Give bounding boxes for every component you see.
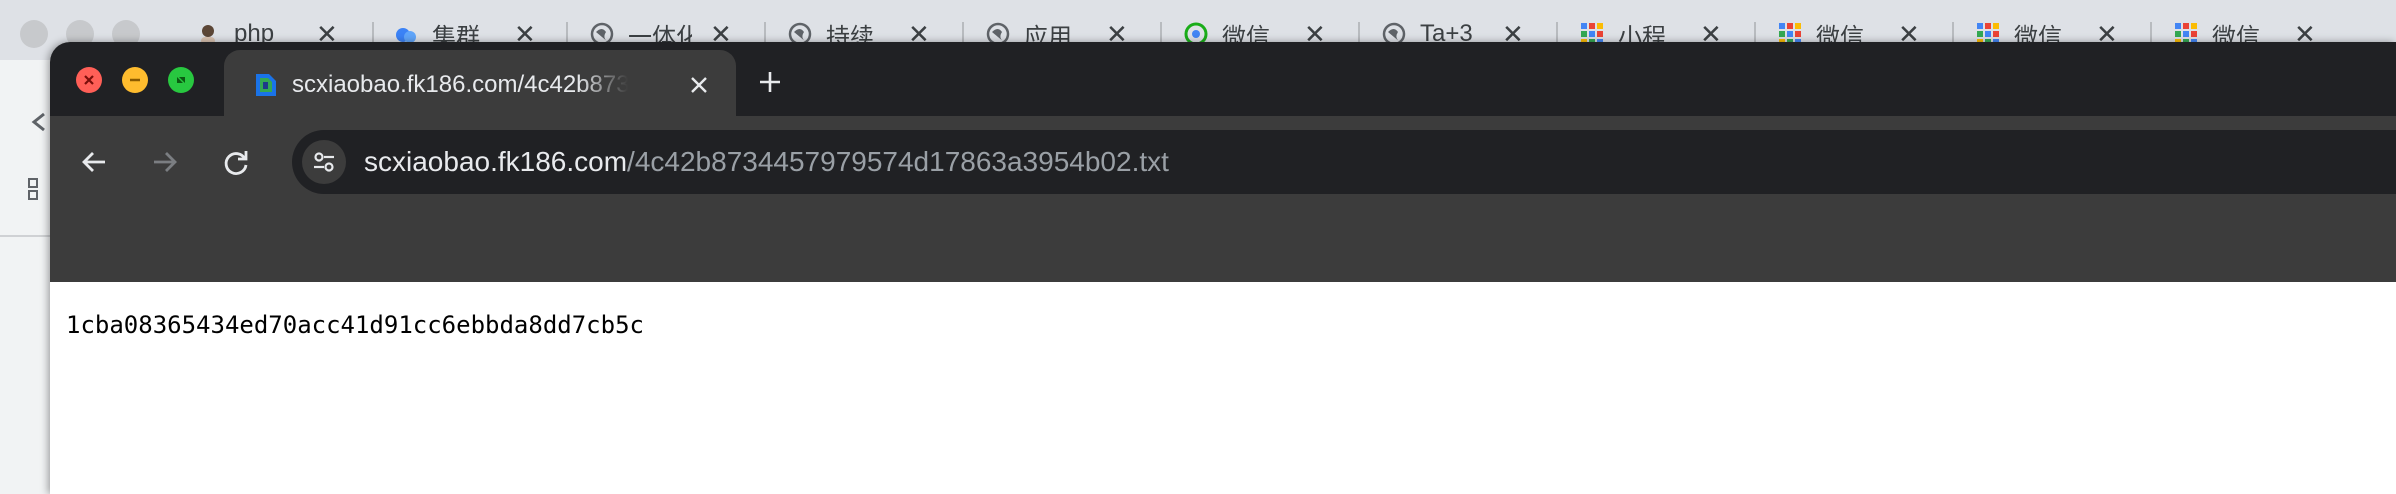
back-icon bbox=[30, 110, 50, 139]
window-minimize-button[interactable] bbox=[122, 67, 148, 93]
back-arrow-icon bbox=[82, 152, 105, 172]
window-fullscreen-button[interactable] bbox=[168, 67, 194, 93]
plus-icon bbox=[760, 72, 780, 92]
url-host: scxiaobao.fk186.com bbox=[364, 146, 628, 177]
plain-text-content: 1cba08365434ed70acc41d91cc6ebbda8dd7cb5c bbox=[66, 311, 644, 339]
new-tab-button[interactable] bbox=[750, 62, 790, 102]
page-content: 1cba08365434ed70acc41d91cc6ebbda8dd7cb5c bbox=[50, 282, 2396, 494]
fullscreen-icon bbox=[177, 77, 185, 83]
background-close-button[interactable] bbox=[20, 20, 48, 48]
close-icon bbox=[691, 77, 707, 93]
background-sidebar bbox=[0, 60, 52, 494]
window-close-button[interactable] bbox=[76, 67, 102, 93]
document-icon bbox=[254, 72, 278, 98]
close-icon bbox=[84, 75, 94, 85]
forward-arrow-icon bbox=[154, 152, 177, 172]
site-info-button[interactable] bbox=[302, 140, 346, 184]
reload-icon bbox=[224, 151, 248, 175]
forward-button[interactable] bbox=[143, 140, 187, 184]
address-bar[interactable]: scxiaobao.fk186.com/4c42b8734457979574d1… bbox=[292, 130, 2396, 194]
tab-close-button[interactable] bbox=[684, 70, 714, 100]
url-text[interactable]: scxiaobao.fk186.com/4c42b8734457979574d1… bbox=[364, 146, 1169, 178]
bookmarks-bar bbox=[50, 208, 2396, 282]
apps-icon bbox=[28, 178, 52, 207]
tab-title: scxiaobao.fk186.com/4c42b8734457979574d1… bbox=[292, 71, 628, 98]
toolbar: scxiaobao.fk186.com/4c42b8734457979574d1… bbox=[50, 116, 2396, 208]
reload-button[interactable] bbox=[214, 140, 258, 184]
active-tab[interactable]: scxiaobao.fk186.com/4c42b8734457979574d1… bbox=[224, 50, 736, 116]
url-path: /4c42b8734457979574d17863a3954b02.txt bbox=[627, 146, 1169, 177]
browser-window: scxiaobao.fk186.com/4c42b8734457979574d1… bbox=[50, 42, 2396, 494]
tune-icon bbox=[314, 152, 334, 172]
tab-strip: scxiaobao.fk186.com/4c42b8734457979574d1… bbox=[50, 42, 2396, 116]
back-button[interactable] bbox=[72, 140, 116, 184]
divider bbox=[0, 235, 52, 237]
minimize-icon bbox=[130, 78, 140, 82]
